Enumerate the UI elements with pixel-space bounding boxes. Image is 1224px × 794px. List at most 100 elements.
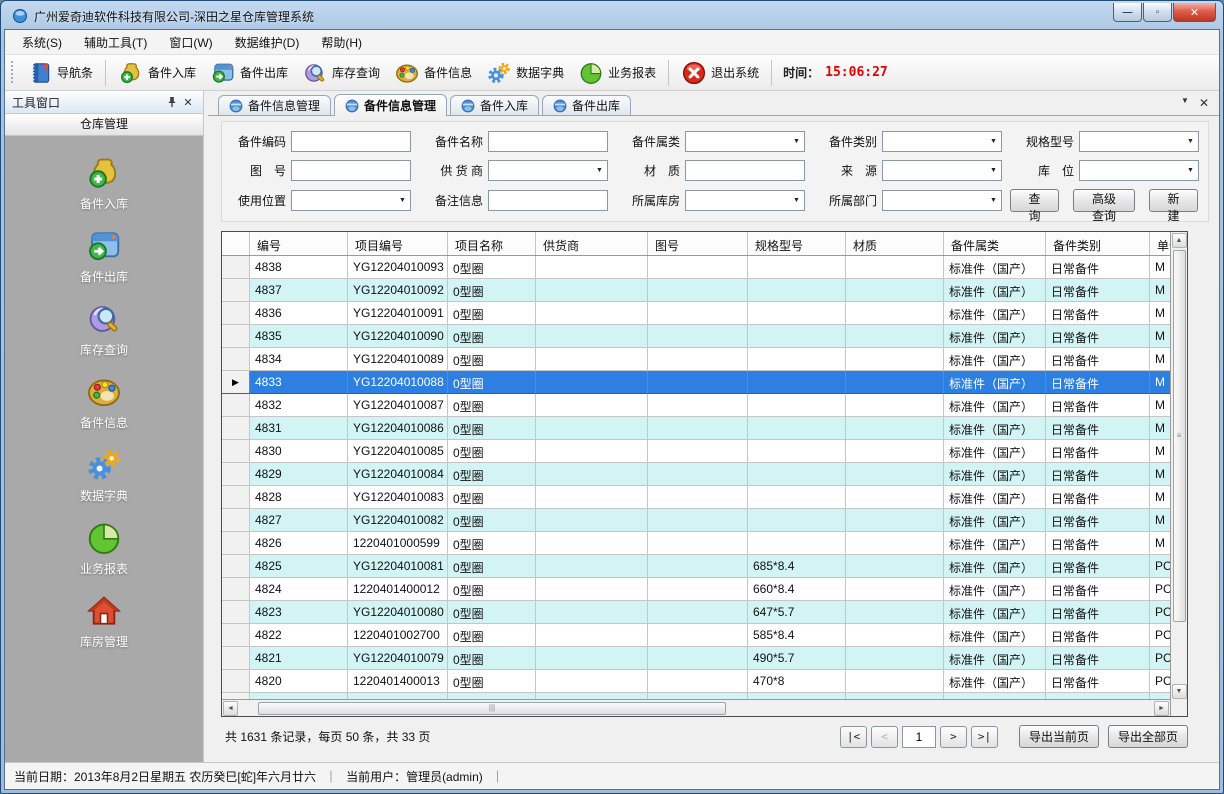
page-number-input[interactable] bbox=[902, 726, 936, 748]
form-text-input[interactable] bbox=[488, 131, 608, 152]
column-header[interactable]: 图号 bbox=[648, 232, 748, 255]
tab-1[interactable]: 备件信息管理 bbox=[334, 94, 447, 116]
row-selector[interactable] bbox=[222, 486, 250, 509]
tab-2[interactable]: 备件入库 bbox=[450, 95, 539, 115]
row-selector-header[interactable] bbox=[222, 232, 250, 255]
horizontal-scrollbar[interactable]: ◄ ||| ► bbox=[222, 699, 1170, 716]
sidebar-item-parts-in[interactable]: 备件入库 bbox=[5, 149, 203, 222]
form-combo[interactable]: ▼ bbox=[882, 190, 1002, 211]
tab-close-icon[interactable]: ✕ bbox=[1199, 96, 1209, 110]
table-row[interactable]: 4834YG122040100890型圈标准件（国产）日常备件M bbox=[222, 348, 1170, 371]
row-selector[interactable] bbox=[222, 463, 250, 486]
form-text-input[interactable] bbox=[685, 160, 805, 181]
tab-0[interactable]: 备件信息管理 bbox=[218, 95, 331, 115]
table-row[interactable]: 4828YG122040100830型圈标准件（国产）日常备件M bbox=[222, 486, 1170, 509]
export-all-pages-button[interactable]: 导出全部页 bbox=[1108, 725, 1188, 748]
report-button[interactable]: 业务报表 bbox=[571, 58, 663, 88]
stock-query-button[interactable]: 库存查询 bbox=[295, 58, 387, 88]
row-selector[interactable] bbox=[222, 532, 250, 555]
row-selector[interactable] bbox=[222, 325, 250, 348]
new-button[interactable]: 新建 bbox=[1149, 189, 1198, 212]
table-row[interactable]: 482212204010027000型圈585*8.4标准件（国产）日常备件PC bbox=[222, 624, 1170, 647]
sidebar-item-parts-out[interactable]: 备件出库 bbox=[5, 222, 203, 295]
table-row[interactable]: ▶4833YG122040100880型圈标准件（国产）日常备件M bbox=[222, 371, 1170, 394]
table-row[interactable]: 4835YG122040100900型圈标准件（国产）日常备件M bbox=[222, 325, 1170, 348]
vscroll-thumb[interactable]: ≡ bbox=[1173, 250, 1186, 622]
table-row[interactable]: 4825YG122040100810型圈685*8.4标准件（国产）日常备件PC bbox=[222, 555, 1170, 578]
column-header[interactable]: 规格型号 bbox=[748, 232, 846, 255]
table-row[interactable]: 4821YG122040100790型圈490*5.7标准件（国产）日常备件PC bbox=[222, 647, 1170, 670]
menu-item[interactable]: 帮助(H) bbox=[310, 30, 373, 55]
column-header[interactable]: 项目名称 bbox=[448, 232, 536, 255]
pin-icon[interactable] bbox=[164, 94, 180, 110]
sidebar-item-report[interactable]: 业务报表 bbox=[5, 514, 203, 587]
table-row[interactable]: 4837YG122040100920型圈标准件（国产）日常备件M bbox=[222, 279, 1170, 302]
scroll-down-icon[interactable]: ▼ bbox=[1172, 684, 1187, 699]
table-row[interactable]: 482412204014000120型圈660*8.4标准件（国产）日常备件PC bbox=[222, 578, 1170, 601]
row-selector[interactable] bbox=[222, 279, 250, 302]
exit-button[interactable]: 退出系统 bbox=[674, 58, 766, 88]
form-text-input[interactable] bbox=[488, 190, 608, 211]
row-selector[interactable] bbox=[222, 256, 250, 279]
advanced-query-button[interactable]: 高级查询 bbox=[1073, 189, 1135, 212]
column-header[interactable]: 备件属类 bbox=[944, 232, 1046, 255]
row-selector[interactable] bbox=[222, 670, 250, 693]
table-row[interactable]: 4838YG122040100930型圈标准件（国产）日常备件M bbox=[222, 256, 1170, 279]
sidebar-item-stock-query[interactable]: 库存查询 bbox=[5, 295, 203, 368]
column-header[interactable]: 备件类别 bbox=[1046, 232, 1150, 255]
table-row[interactable]: 4832YG122040100870型圈标准件（国产）日常备件M bbox=[222, 394, 1170, 417]
column-header[interactable]: 材质 bbox=[846, 232, 944, 255]
data-dict-button[interactable]: 数据字典 bbox=[479, 58, 571, 88]
column-header[interactable]: 供货商 bbox=[536, 232, 648, 255]
scroll-left-icon[interactable]: ◄ bbox=[223, 701, 238, 716]
prev-page-button[interactable]: < bbox=[871, 726, 898, 748]
navbar-button[interactable]: 导航条 bbox=[20, 58, 100, 88]
vertical-scrollbar[interactable]: ▲ ≡ ▼ bbox=[1170, 232, 1187, 716]
form-text-input[interactable] bbox=[291, 131, 411, 152]
hscroll-thumb[interactable]: ||| bbox=[258, 702, 726, 715]
table-row[interactable]: 482612204010005990型圈标准件（国产）日常备件M bbox=[222, 532, 1170, 555]
table-row[interactable]: 4830YG122040100850型圈标准件（国产）日常备件M bbox=[222, 440, 1170, 463]
sidebar-item-data-dict[interactable]: 数据字典 bbox=[5, 441, 203, 514]
form-text-input[interactable] bbox=[291, 160, 411, 181]
first-page-button[interactable]: |< bbox=[840, 726, 867, 748]
row-selector[interactable] bbox=[222, 624, 250, 647]
row-selector[interactable] bbox=[222, 601, 250, 624]
form-combo[interactable]: ▼ bbox=[291, 190, 411, 211]
close-button[interactable]: ✕ bbox=[1173, 3, 1216, 22]
column-header[interactable]: 项目编号 bbox=[348, 232, 448, 255]
row-selector[interactable]: ▶ bbox=[222, 371, 250, 394]
menu-item[interactable]: 辅助工具(T) bbox=[73, 30, 158, 55]
row-selector[interactable] bbox=[222, 348, 250, 371]
form-combo[interactable]: ▼ bbox=[488, 160, 608, 181]
next-page-button[interactable]: > bbox=[940, 726, 967, 748]
chevron-down-icon[interactable]: ▼ bbox=[1181, 96, 1189, 110]
row-selector[interactable] bbox=[222, 578, 250, 601]
parts-info-button[interactable]: 备件信息 bbox=[387, 58, 479, 88]
maximize-button[interactable]: ▫ bbox=[1143, 3, 1172, 22]
tab-3[interactable]: 备件出库 bbox=[542, 95, 631, 115]
menu-item[interactable]: 数据维护(D) bbox=[224, 30, 311, 55]
menu-item[interactable]: 系统(S) bbox=[11, 30, 73, 55]
parts-in-button[interactable]: 备件入库 bbox=[111, 58, 203, 88]
row-selector[interactable] bbox=[222, 417, 250, 440]
toolbar-grip[interactable] bbox=[11, 61, 16, 85]
table-row[interactable]: 4823YG122040100800型圈647*5.7标准件（国产）日常备件PC bbox=[222, 601, 1170, 624]
minimize-button[interactable]: — bbox=[1113, 3, 1142, 22]
form-combo[interactable]: ▼ bbox=[882, 160, 1002, 181]
sidebar-item-parts-info[interactable]: 备件信息 bbox=[5, 368, 203, 441]
form-combo[interactable]: ▼ bbox=[882, 131, 1002, 152]
table-row[interactable]: 4827YG122040100820型圈标准件（国产）日常备件M bbox=[222, 509, 1170, 532]
scroll-right-icon[interactable]: ► bbox=[1154, 701, 1169, 716]
row-selector[interactable] bbox=[222, 440, 250, 463]
row-selector[interactable] bbox=[222, 555, 250, 578]
scroll-up-icon[interactable]: ▲ bbox=[1172, 233, 1187, 248]
table-row[interactable]: 4829YG122040100840型圈标准件（国产）日常备件M bbox=[222, 463, 1170, 486]
table-row[interactable]: 4831YG122040100860型圈标准件（国产）日常备件M bbox=[222, 417, 1170, 440]
row-selector[interactable] bbox=[222, 647, 250, 670]
sidebar-item-warehouse[interactable]: 库房管理 bbox=[5, 587, 203, 660]
last-page-button[interactable]: >| bbox=[971, 726, 998, 748]
row-selector[interactable] bbox=[222, 302, 250, 325]
form-combo[interactable]: ▼ bbox=[685, 190, 805, 211]
export-current-page-button[interactable]: 导出当前页 bbox=[1019, 725, 1099, 748]
